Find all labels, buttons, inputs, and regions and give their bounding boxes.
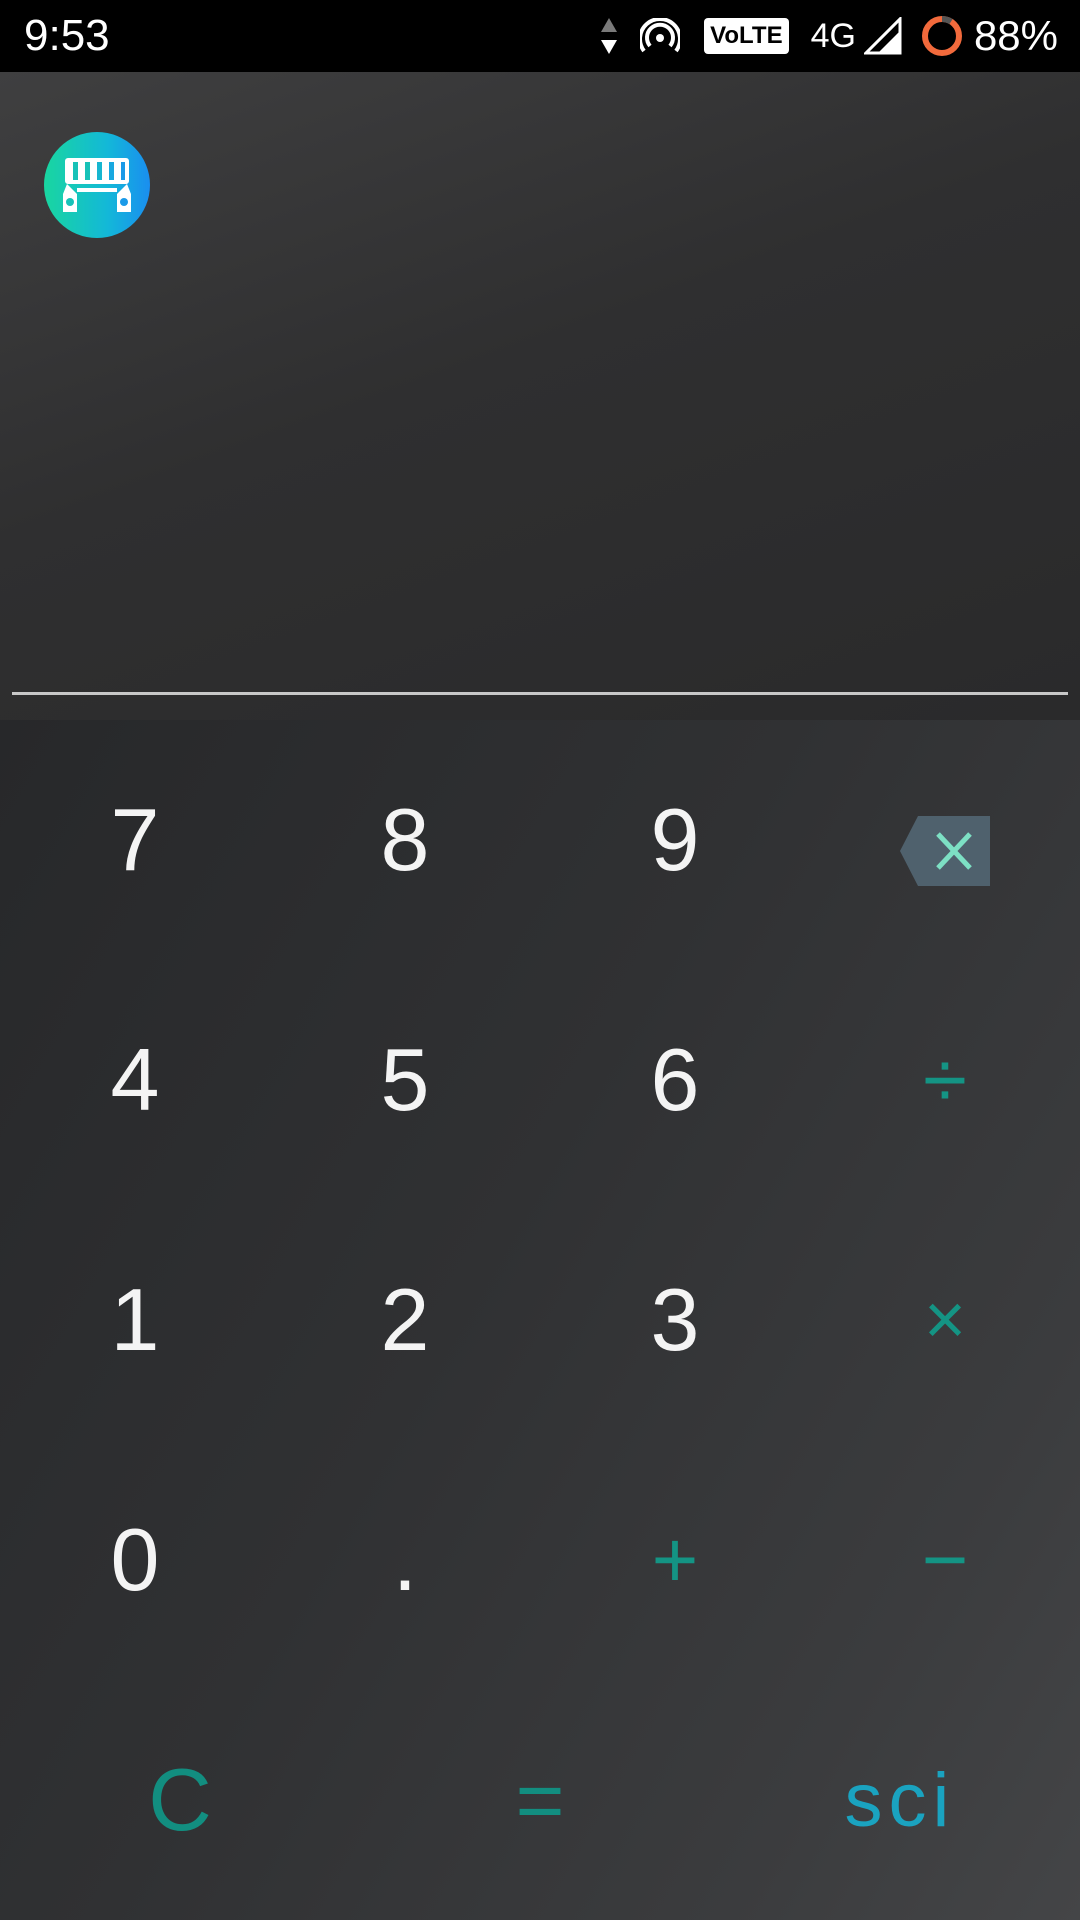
key-3[interactable]: 3 — [540, 1200, 810, 1440]
status-icons: VoLTE 4G 88% — [600, 0, 1058, 72]
clear-button[interactable]: C — [90, 1680, 270, 1920]
divide-button[interactable]: ÷ — [810, 960, 1080, 1200]
key-5[interactable]: 5 — [270, 960, 540, 1200]
battery-icon — [920, 14, 964, 58]
calculator-display — [0, 72, 1080, 720]
minus-button[interactable]: − — [810, 1440, 1080, 1680]
signal-icon — [863, 17, 902, 55]
store-icon[interactable] — [44, 132, 150, 238]
scientific-mode-button[interactable]: sci — [810, 1680, 990, 1920]
decimal-point-button[interactable]: . — [270, 1440, 540, 1680]
status-bar: 9:53 VoLTE 4G 88% — [0, 0, 1080, 72]
data-activity-icon — [600, 16, 618, 56]
network-type: 4G — [810, 16, 856, 55]
bottom-row: C = sci — [0, 1680, 1080, 1920]
key-8[interactable]: 8 — [270, 720, 540, 960]
backspace-icon — [900, 805, 990, 886]
battery-percent: 88% — [973, 12, 1058, 59]
key-0[interactable]: 0 — [0, 1440, 270, 1680]
hotspot-icon — [640, 18, 681, 54]
key-4[interactable]: 4 — [0, 960, 270, 1200]
plus-button[interactable]: + — [540, 1440, 810, 1680]
key-1[interactable]: 1 — [0, 1200, 270, 1440]
volte-badge: VoLTE — [704, 18, 789, 54]
display-divider — [12, 692, 1068, 695]
status-time: 9:53 — [24, 11, 110, 60]
equals-button[interactable]: = — [450, 1680, 630, 1920]
backspace-button[interactable] — [810, 720, 1080, 960]
keypad: 7 8 9 4 5 6 ÷ 1 2 3 × 0 . + − C = sci — [0, 720, 1080, 1920]
key-2[interactable]: 2 — [270, 1200, 540, 1440]
key-9[interactable]: 9 — [540, 720, 810, 960]
key-7[interactable]: 7 — [0, 720, 270, 960]
multiply-button[interactable]: × — [810, 1200, 1080, 1440]
key-6[interactable]: 6 — [540, 960, 810, 1200]
